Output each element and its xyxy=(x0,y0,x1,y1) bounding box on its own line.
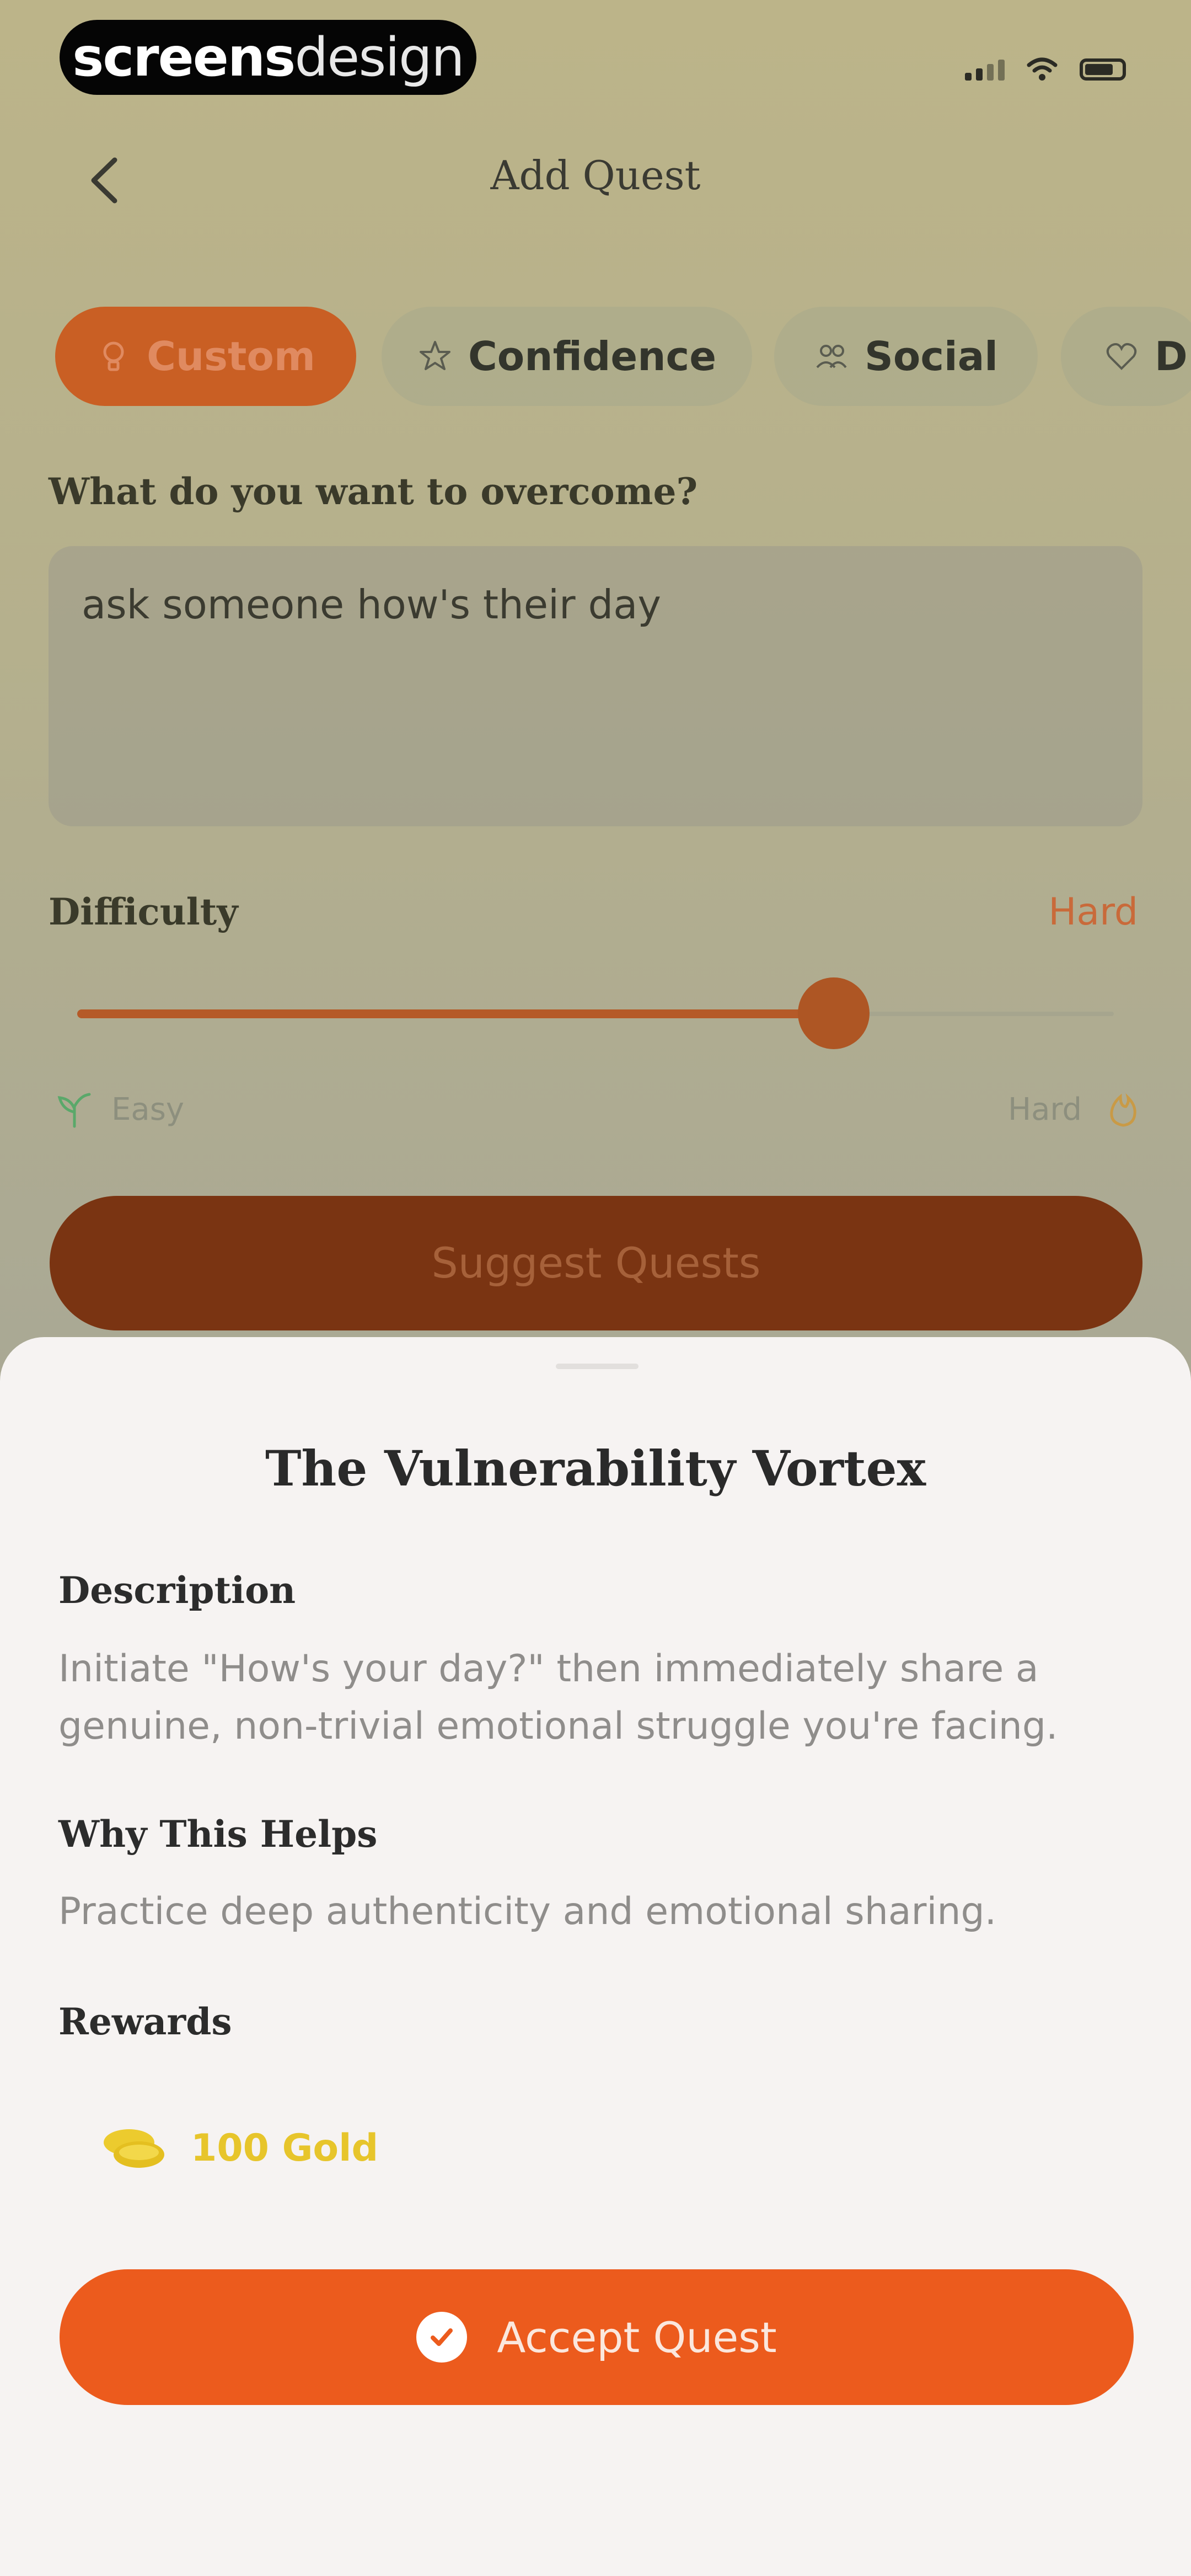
overcome-label: What do you want to overcome? xyxy=(49,470,698,513)
chip-label: Social xyxy=(865,333,998,380)
status-icons xyxy=(965,53,1126,86)
wifi-icon xyxy=(1027,57,1058,81)
lightbulb-icon xyxy=(103,341,124,371)
chip-label: Custom xyxy=(147,333,315,380)
battery-icon xyxy=(1080,58,1126,81)
overcome-input[interactable]: ask someone how's their day xyxy=(49,546,1142,826)
reward-text: 100 Gold xyxy=(191,2126,379,2170)
quest-title: The Vulnerability Vortex xyxy=(265,1440,926,1497)
easy-indicator: Easy xyxy=(55,1090,184,1129)
star-icon xyxy=(419,341,450,370)
cellular-signal-icon xyxy=(965,58,1005,81)
difficulty-label: Difficulty xyxy=(49,890,238,933)
description-heading: Description xyxy=(58,1569,296,1612)
hard-indicator: Hard xyxy=(1008,1090,1142,1129)
easy-label: Easy xyxy=(111,1091,185,1127)
difficulty-value: Hard xyxy=(1048,890,1138,934)
sheet-grabber[interactable] xyxy=(556,1364,639,1369)
difficulty-slider-thumb[interactable] xyxy=(798,977,870,1049)
page-title: Add Quest xyxy=(490,152,701,199)
heart-icon xyxy=(1106,343,1137,370)
badge-bold-text: screens xyxy=(72,26,296,88)
quest-detail-sheet: The Vulnerability Vortex Description Ini… xyxy=(0,1337,1191,2576)
suggest-quests-button[interactable]: Suggest Quests xyxy=(50,1196,1142,1330)
difficulty-slider-track[interactable] xyxy=(77,1009,1114,1018)
chip-partial[interactable]: D xyxy=(1061,307,1191,406)
accept-quest-label: Accept Quest xyxy=(497,2312,777,2362)
app-screen: screensdesign Add Quest Custom Confidenc… xyxy=(0,0,1191,2576)
sprout-icon xyxy=(57,1093,91,1128)
reward-gold: 100 Gold xyxy=(97,2120,378,2176)
rewards-heading: Rewards xyxy=(58,2000,232,2043)
why-heading: Why This Helps xyxy=(58,1813,378,1856)
chip-label: Confidence xyxy=(468,333,717,380)
chip-social[interactable]: Social xyxy=(774,307,1038,406)
badge-light-text: design xyxy=(294,26,464,88)
flame-icon xyxy=(1110,1093,1136,1127)
people-icon xyxy=(816,345,847,368)
chip-custom[interactable]: Custom xyxy=(55,307,356,406)
why-text: Practice deep authenticity and emotional… xyxy=(58,1890,997,1933)
checkmark-icon xyxy=(416,2312,468,2363)
chip-label: D xyxy=(1155,333,1188,380)
chip-confidence[interactable]: Confidence xyxy=(382,307,752,406)
description-text: Initiate "How's your day?" then immediat… xyxy=(58,1647,1058,1748)
screensdesign-badge: screensdesign xyxy=(60,20,476,95)
hard-label: Hard xyxy=(1007,1091,1082,1127)
accept-quest-button[interactable]: Accept Quest xyxy=(60,2269,1134,2405)
gold-coins-icon xyxy=(104,2129,164,2168)
difficulty-slider-fill xyxy=(77,1009,834,1018)
